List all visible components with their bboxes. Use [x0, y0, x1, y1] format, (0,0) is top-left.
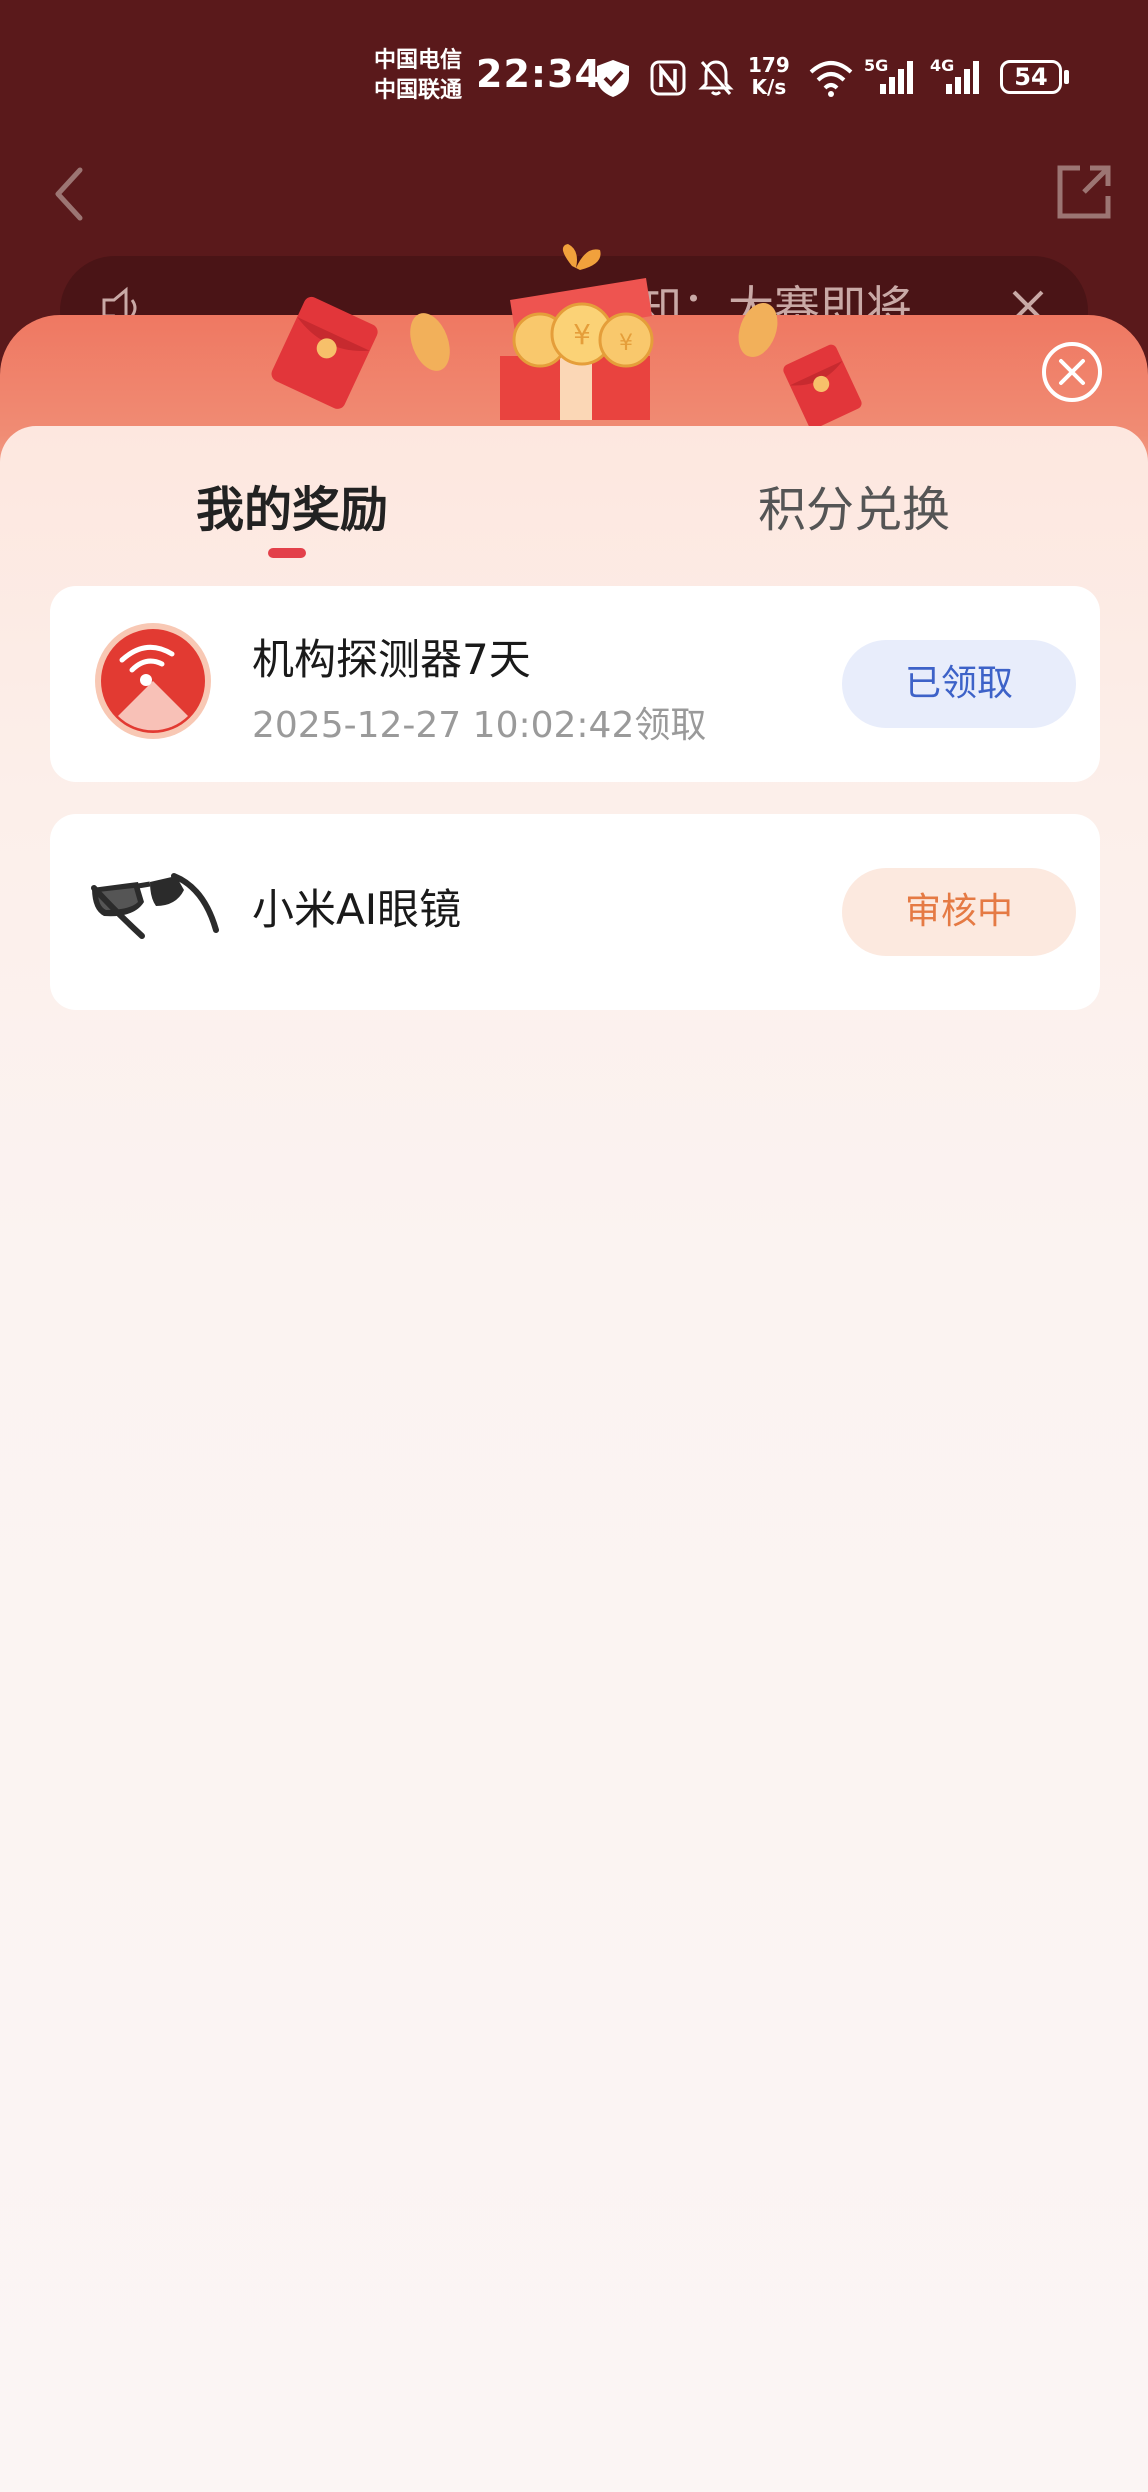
mute-bell-icon: [698, 60, 734, 96]
status-claimed-button[interactable]: 已领取: [842, 640, 1076, 728]
reward-title: 小米AI眼镜: [252, 885, 462, 934]
battery-level: 54: [1014, 63, 1048, 91]
tab-points-exchange[interactable]: 积分兑换: [758, 470, 950, 540]
status-time: 22:34: [476, 52, 602, 96]
red-envelope-icon: [271, 296, 378, 409]
close-modal-button[interactable]: [1042, 342, 1102, 402]
signal-bars-icon: [946, 61, 979, 94]
reward-title: 机构探测器7天: [252, 635, 531, 684]
reward-claim-time: 2025-12-27 10:02:42领取: [252, 705, 707, 746]
glasses-icon: [91, 873, 219, 939]
back-icon[interactable]: [50, 164, 90, 224]
shield-check-icon: [597, 60, 629, 97]
battery-tip: [1064, 70, 1069, 84]
status-under-review-button[interactable]: 审核中: [842, 868, 1076, 956]
svg-text:¥: ¥: [619, 331, 633, 356]
active-tab-indicator: [268, 548, 306, 558]
net-speed-unit: K/s: [751, 75, 787, 99]
net-speed-value: 179: [748, 53, 790, 77]
nfc-icon: [650, 60, 686, 96]
signal-bars-icon: [880, 61, 913, 94]
share-icon[interactable]: [1054, 162, 1114, 222]
net-speed: 179 K/s: [748, 54, 790, 98]
coin-icon: [410, 313, 450, 371]
gift-box-icon: ¥ ¥: [500, 244, 654, 420]
battery-icon: 54: [1000, 60, 1062, 94]
carrier-2: 中国联通: [374, 78, 463, 103]
red-envelope-icon: [783, 344, 862, 429]
carrier-1: 中国电信: [374, 48, 463, 73]
carrier-labels: 中国电信 中国联通: [374, 46, 462, 106]
close-icon: [1059, 359, 1085, 385]
tab-my-rewards[interactable]: 我的奖励: [196, 470, 388, 540]
svg-text:¥: ¥: [573, 318, 591, 351]
radar-detector-icon: [95, 623, 211, 739]
wifi-icon: [809, 61, 853, 97]
